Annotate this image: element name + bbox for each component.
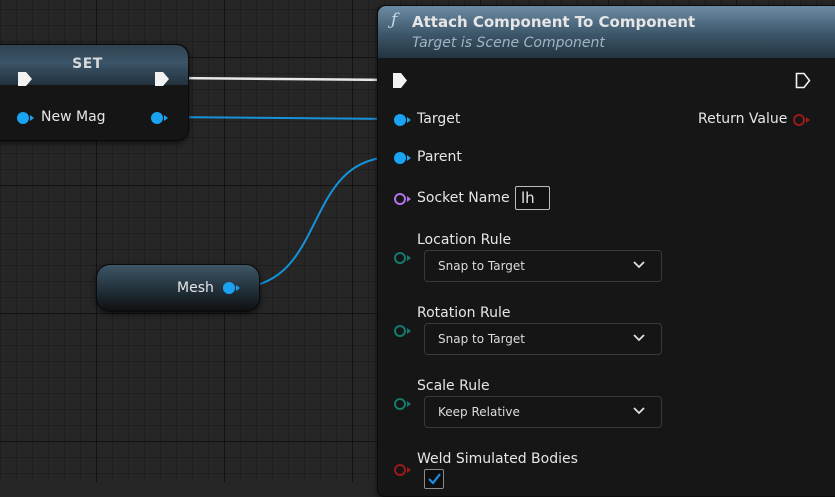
mesh-variable-node[interactable]: Mesh bbox=[96, 264, 260, 312]
socket-name-label: Socket Name bbox=[417, 190, 510, 206]
exec-in-pin-icon[interactable] bbox=[17, 71, 33, 87]
weld-label: Weld Simulated Bodies bbox=[417, 451, 578, 467]
checkmark-icon bbox=[428, 473, 441, 485]
new-mag-output-pin-icon[interactable] bbox=[151, 112, 163, 124]
attach-component-node[interactable]: ƒ Attach Component To Component Target i… bbox=[377, 5, 835, 497]
parent-label: Parent bbox=[417, 149, 462, 165]
new-mag-label: New Mag bbox=[41, 109, 106, 125]
scale-rule-pin-icon[interactable] bbox=[394, 398, 406, 410]
pin-arrow-icon bbox=[407, 155, 411, 161]
scale-rule-value: Keep Relative bbox=[438, 405, 520, 419]
new-mag-input-pin-icon[interactable] bbox=[17, 112, 29, 124]
rotation-rule-value: Snap to Target bbox=[438, 332, 525, 346]
mesh-output-pin-icon[interactable] bbox=[223, 282, 235, 294]
set-node-title: SET bbox=[72, 56, 103, 72]
scale-rule-dropdown[interactable]: Keep Relative bbox=[424, 396, 662, 428]
target-wire bbox=[161, 116, 395, 120]
pin-arrow-icon bbox=[407, 196, 411, 202]
pin-arrow-icon bbox=[30, 115, 34, 121]
location-rule-value: Snap to Target bbox=[438, 259, 525, 273]
location-rule-label: Location Rule bbox=[417, 232, 512, 248]
rotation-rule-pin-icon[interactable] bbox=[394, 325, 406, 337]
pin-arrow-icon bbox=[407, 117, 411, 123]
location-rule-pin-icon[interactable] bbox=[394, 252, 406, 264]
pin-arrow-icon bbox=[164, 115, 168, 121]
pin-arrow-icon bbox=[236, 285, 240, 291]
exec-wire bbox=[171, 76, 393, 82]
target-pin-icon[interactable] bbox=[394, 114, 406, 126]
function-icon: ƒ bbox=[391, 10, 398, 30]
rotation-rule-dropdown[interactable]: Snap to Target bbox=[424, 323, 662, 355]
pin-arrow-icon bbox=[407, 467, 411, 473]
weld-pin-icon[interactable] bbox=[394, 464, 406, 476]
mesh-label: Mesh bbox=[177, 280, 214, 296]
exec-out-pin-icon[interactable] bbox=[795, 72, 811, 89]
socket-name-pin-icon[interactable] bbox=[394, 193, 406, 205]
return-value-label: Return Value bbox=[698, 111, 788, 127]
attach-node-subtitle: Target is Scene Component bbox=[412, 35, 605, 51]
pin-arrow-icon bbox=[407, 255, 411, 261]
scale-rule-label: Scale Rule bbox=[417, 378, 490, 394]
socket-name-input[interactable]: lh bbox=[515, 186, 550, 210]
return-value-pin-icon[interactable] bbox=[793, 114, 805, 126]
weld-checkbox[interactable] bbox=[424, 469, 444, 489]
location-rule-dropdown[interactable]: Snap to Target bbox=[424, 250, 662, 282]
exec-out-pin-icon[interactable] bbox=[154, 71, 170, 87]
parent-wire bbox=[233, 156, 395, 289]
exec-in-pin-icon[interactable] bbox=[392, 72, 408, 89]
chevron-down-icon bbox=[633, 261, 645, 269]
attach-node-title: Attach Component To Component bbox=[412, 13, 696, 31]
set-node[interactable]: SET New Mag bbox=[0, 44, 189, 141]
rotation-rule-label: Rotation Rule bbox=[417, 305, 511, 321]
chevron-down-icon bbox=[633, 334, 645, 342]
pin-arrow-icon bbox=[407, 401, 411, 407]
chevron-down-icon bbox=[633, 407, 645, 415]
pin-arrow-icon bbox=[806, 117, 810, 123]
parent-pin-icon[interactable] bbox=[394, 152, 406, 164]
target-label: Target bbox=[417, 111, 461, 127]
pin-arrow-icon bbox=[407, 328, 411, 334]
